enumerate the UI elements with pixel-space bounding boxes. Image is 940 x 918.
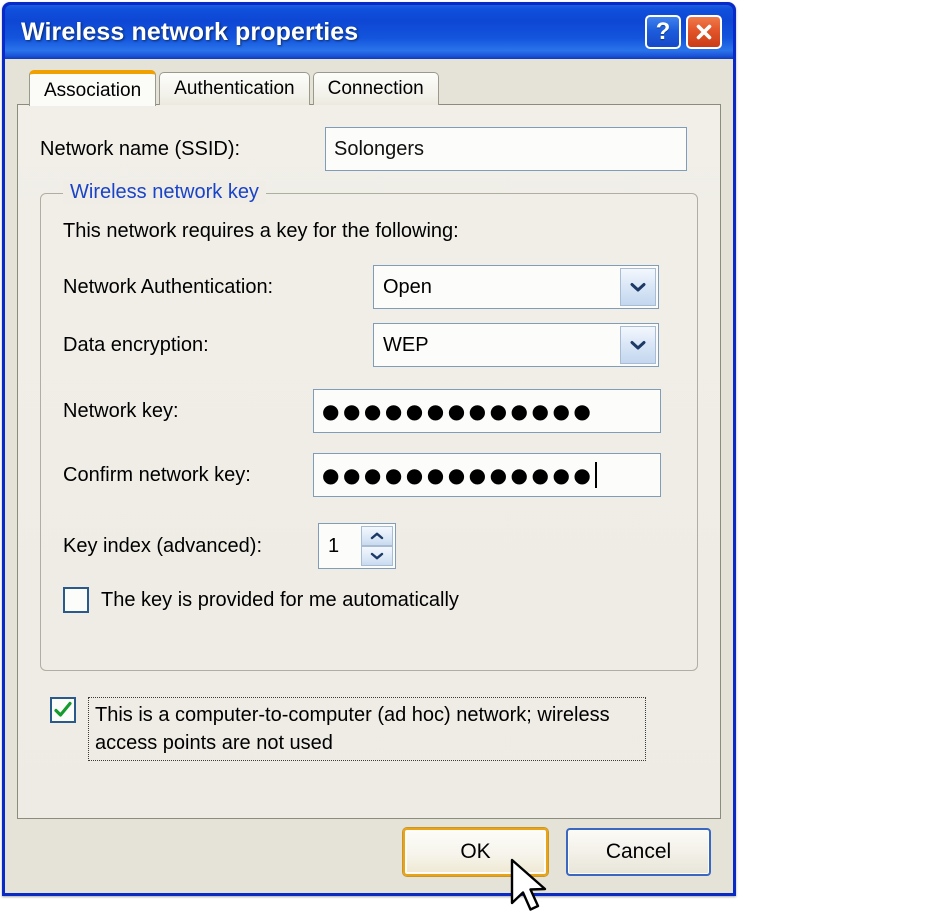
data-encryption-value: WEP — [383, 333, 429, 356]
network-key-row: Network key: ●●●●●●●●●●●●● — [63, 389, 675, 433]
chevron-down-icon[interactable] — [620, 268, 656, 306]
auto-key-checkbox[interactable] — [63, 587, 89, 613]
network-authentication-value: Open — [383, 275, 432, 298]
network-authentication-row: Network Authentication: Open — [63, 265, 675, 309]
adhoc-label: This is a computer-to-computer (ad hoc) … — [88, 697, 646, 761]
close-button[interactable] — [686, 15, 722, 49]
adhoc-row: This is a computer-to-computer (ad hoc) … — [50, 697, 698, 761]
auto-key-label: The key is provided for me automatically — [101, 589, 459, 611]
key-index-label: Key index (advanced): — [63, 534, 263, 557]
tab-connection[interactable]: Connection — [312, 72, 439, 105]
tab-authentication[interactable]: Authentication — [159, 72, 310, 105]
question-mark-icon: ? — [655, 18, 671, 45]
network-key-value: ●●●●●●●●●●●●● — [322, 399, 595, 423]
screen: Wireless network properties ? Associatio… — [0, 0, 940, 918]
dialog-client-area: Association Authentication Connection Ne… — [5, 59, 733, 893]
confirm-network-key-row: Confirm network key: ●●●●●●●●●●●●● — [63, 453, 675, 497]
ok-button[interactable]: OK — [403, 828, 548, 876]
data-encryption-select[interactable]: WEP — [373, 323, 659, 367]
wireless-network-key-group: Wireless network key This network requir… — [40, 181, 698, 671]
confirm-network-key-label: Confirm network key: — [63, 463, 251, 486]
dialog-button-bar: OK Cancel — [17, 821, 721, 883]
cancel-button[interactable]: Cancel — [566, 828, 711, 876]
network-key-label: Network key: — [63, 399, 179, 422]
network-authentication-label: Network Authentication: — [63, 275, 274, 298]
ssid-input[interactable]: Solongers — [325, 127, 687, 171]
key-index-stepper[interactable]: 1 — [318, 523, 396, 569]
key-index-row: Key index (advanced): 1 — [63, 523, 675, 569]
wireless-network-key-legend: Wireless network key — [63, 181, 266, 204]
tab-association-label: Association — [44, 79, 142, 101]
confirm-network-key-input[interactable]: ●●●●●●●●●●●●● — [313, 453, 661, 497]
spin-down-icon[interactable] — [361, 546, 393, 566]
window-title: Wireless network properties — [21, 17, 359, 46]
network-key-input[interactable]: ●●●●●●●●●●●●● — [313, 389, 661, 433]
data-encryption-row: Data encryption: WEP — [63, 323, 675, 367]
tab-association[interactable]: Association — [29, 70, 157, 106]
tab-strip: Association Authentication Connection — [17, 69, 721, 106]
wireless-network-properties-dialog: Wireless network properties ? Associatio… — [2, 2, 736, 896]
key-index-spin-buttons — [361, 526, 393, 566]
key-index-value: 1 — [328, 534, 340, 557]
close-x-icon — [696, 24, 712, 40]
data-encryption-label: Data encryption: — [63, 333, 209, 356]
association-tab-panel: Network name (SSID): Solongers Wireless … — [17, 104, 721, 819]
cancel-button-label: Cancel — [605, 840, 672, 863]
checkmark-icon — [54, 701, 72, 717]
tab-connection-label: Connection — [327, 78, 424, 99]
ssid-row: Network name (SSID): Solongers — [40, 127, 698, 171]
auto-key-row: The key is provided for me automatically — [63, 587, 675, 614]
ok-button-label: OK — [460, 840, 491, 863]
help-button[interactable]: ? — [645, 15, 681, 49]
spin-up-icon[interactable] — [361, 526, 393, 546]
title-bar-buttons: ? — [645, 15, 727, 49]
title-bar[interactable]: Wireless network properties ? — [5, 5, 733, 59]
ssid-label: Network name (SSID): — [40, 137, 241, 160]
text-caret — [595, 462, 598, 488]
chevron-down-icon[interactable] — [620, 326, 656, 364]
key-required-note: This network requires a key for the foll… — [63, 220, 459, 242]
tab-authentication-label: Authentication — [174, 78, 295, 99]
confirm-network-key-value: ●●●●●●●●●●●●● — [322, 463, 595, 487]
ssid-value: Solongers — [334, 137, 425, 160]
network-authentication-select[interactable]: Open — [373, 265, 659, 309]
adhoc-checkbox[interactable] — [50, 697, 76, 723]
